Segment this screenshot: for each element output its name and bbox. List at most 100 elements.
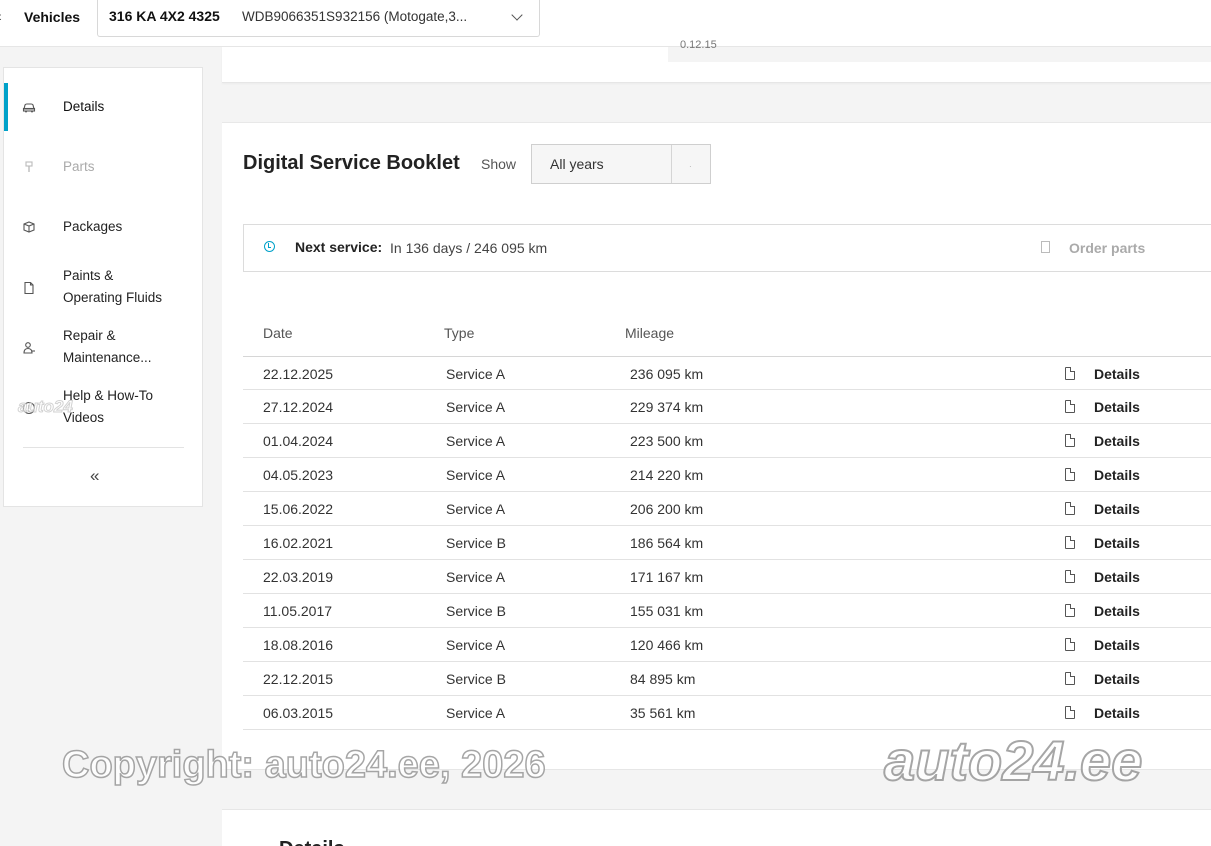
sidebar-item-label: Help & How-To Videos [63,385,153,429]
table-row: 16.02.2021 Service B 186 564 km Details [243,526,1211,560]
document-icon [1065,706,1075,719]
row-mileage: 214 220 km [630,467,704,483]
next-service-banner: Next service: In 136 days / 246 095 km O… [243,224,1211,272]
watermark-copyright: Copyright: auto24.ee, 2026 [61,743,546,787]
sidebar-item-label-line1: Repair & [63,328,116,343]
year-filter-select[interactable]: All years · [531,144,711,184]
row-date: 18.08.2016 [263,637,334,653]
table-row: 22.12.2025 Service A 236 095 km Details [243,356,1211,390]
document-icon [1065,536,1075,549]
sidebar-item-label-line1: Paints & [63,268,114,283]
document-icon [1065,434,1075,447]
cart-icon [1041,241,1050,253]
row-details-link[interactable]: Details [1094,637,1140,653]
row-mileage: 84 895 km [630,671,696,687]
wrench-icon [22,160,36,174]
sidebar: Details Parts Packages Paints & Operating… [3,67,203,507]
select-arrow-icon: · [689,162,692,171]
row-type: Service B [446,671,506,687]
row-date: 27.12.2024 [263,399,334,415]
collapse-sidebar-icon[interactable]: « [90,466,99,486]
row-date: 22.12.2015 [263,671,334,687]
vehicle-selector[interactable]: 316 KA 4X2 4325 WDB9066351S932156 (Motog… [97,0,540,37]
document-icon [1065,502,1075,515]
row-details-link[interactable]: Details [1094,671,1140,687]
booklet-title: Digital Service Booklet [243,152,460,174]
row-details-link[interactable]: Details [1094,569,1140,585]
sidebar-item-parts[interactable]: Parts [4,143,202,191]
document-icon [1065,400,1075,413]
table-row: 22.12.2015 Service B 84 895 km Details [243,662,1211,696]
table-row: 06.03.2015 Service A 35 561 km Details [243,696,1211,730]
table-row: 04.05.2023 Service A 214 220 km Details [243,458,1211,492]
mechanic-icon [22,341,36,355]
table-row: 11.05.2017 Service B 155 031 km Details [243,594,1211,628]
row-date: 04.05.2023 [263,467,334,483]
row-mileage: 206 200 km [630,501,704,517]
row-date: 01.04.2024 [263,433,334,449]
row-mileage: 171 167 km [630,569,704,585]
row-details-link[interactable]: Details [1094,535,1140,551]
document-icon [1065,672,1075,685]
sidebar-item-label: Details [63,99,105,114]
details-card: Details [222,809,1211,846]
row-date: 22.12.2025 [263,366,334,382]
column-header-type: Type [444,325,475,341]
vehicle-vin: WDB9066351S932156 (Motogate,3... [242,9,468,24]
row-details-link[interactable]: Details [1094,501,1140,517]
document-icon [1065,604,1075,617]
sidebar-item-paints-fluids[interactable]: Paints & Operating Fluids [4,263,202,311]
row-type: Service A [446,501,506,517]
details-card-title: Details [279,838,345,846]
clock-icon [264,241,275,252]
row-type: Service A [446,399,506,415]
sidebar-item-label: Paints & Operating Fluids [63,265,162,309]
sidebar-item-label: Parts [63,159,95,174]
row-details-link[interactable]: Details [1094,705,1140,721]
row-type: Service A [446,366,506,382]
row-mileage: 229 374 km [630,399,704,415]
previous-card: 0.12.15 [222,39,1211,83]
table-row: 22.03.2019 Service A 171 167 km Details [243,560,1211,594]
row-mileage: 236 095 km [630,366,704,382]
row-details-link[interactable]: Details [1094,399,1140,415]
back-chevron-icon[interactable]: ‹ [0,8,2,24]
row-type: Service A [446,433,506,449]
table-row: 27.12.2024 Service A 229 374 km Details [243,390,1211,424]
row-date: 06.03.2015 [263,705,334,721]
row-details-link[interactable]: Details [1094,467,1140,483]
service-booklet-card: Digital Service Booklet Show All years ·… [222,122,1211,770]
row-mileage: 223 500 km [630,433,704,449]
row-type: Service A [446,705,506,721]
previous-card-text: 0.12.15 [680,39,717,51]
row-type: Service A [446,637,506,653]
chevron-down-icon [511,9,523,21]
row-details-link[interactable]: Details [1094,433,1140,449]
table-row: 18.08.2016 Service A 120 466 km Details [243,628,1211,662]
vehicles-link[interactable]: Vehicles [24,9,80,25]
sidebar-item-repair-maintenance[interactable]: Repair & Maintenance... [4,323,202,371]
table-row: 01.04.2024 Service A 223 500 km Details [243,424,1211,458]
sidebar-item-details[interactable]: Details [4,83,202,131]
row-type: Service A [446,569,506,585]
row-details-link[interactable]: Details [1094,366,1140,382]
service-history-table: 22.12.2025 Service A 236 095 km Details 27.1… [243,356,1211,730]
table-row: 15.06.2022 Service A 206 200 km Details [243,492,1211,526]
sidebar-item-label-line2: Maintenance... [63,350,152,365]
vehicle-name: 316 KA 4X2 4325 [109,8,220,24]
select-divider [671,145,672,183]
row-mileage: 155 031 km [630,603,704,619]
sidebar-item-packages[interactable]: Packages [4,203,202,251]
row-type: Service B [446,535,506,551]
order-parts-button[interactable]: Order parts [1069,240,1145,256]
sidebar-item-label: Repair & Maintenance... [63,325,152,369]
show-label: Show [481,156,517,172]
year-filter-value: All years [550,156,604,172]
row-details-link[interactable]: Details [1094,603,1140,619]
row-mileage: 120 466 km [630,637,704,653]
row-date: 11.05.2017 [263,603,333,619]
column-header-mileage: Mileage [625,325,675,341]
watermark-small: auto24 [18,397,74,417]
document-icon [22,281,36,295]
row-mileage: 186 564 km [630,535,704,551]
